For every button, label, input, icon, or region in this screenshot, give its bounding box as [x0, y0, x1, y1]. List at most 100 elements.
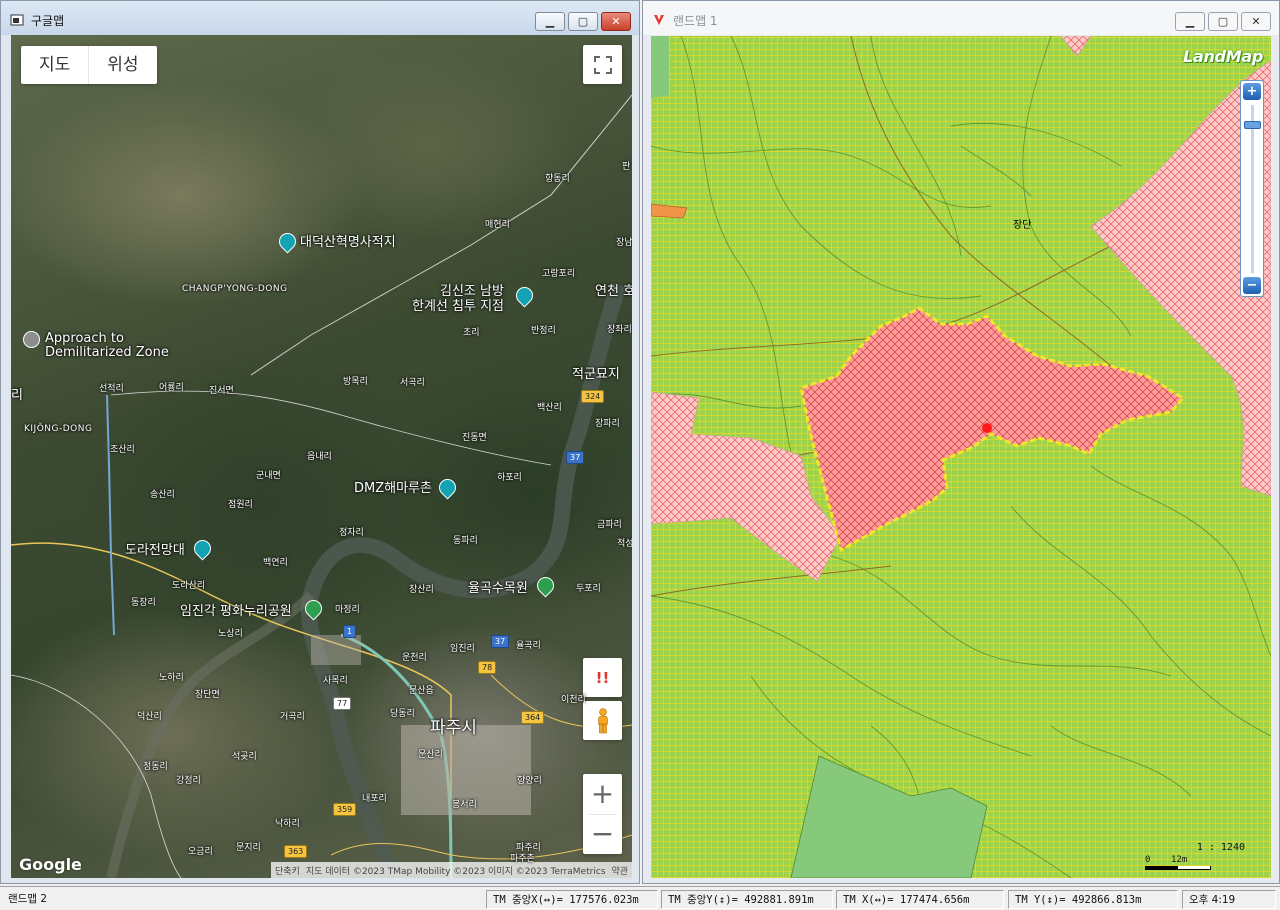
close-icon: ✕ [611, 15, 621, 28]
place-label: 백연리 [263, 558, 288, 568]
shortcuts-link[interactable]: 단축키 [275, 864, 300, 877]
title-bar[interactable]: 구글맵 ▁ ▢ ✕ [1, 1, 639, 35]
route-shield: 324 [581, 390, 605, 403]
place-label: 장파리 [595, 419, 620, 429]
place-label: 도라전망대 [125, 543, 185, 558]
place-label: 장산리 [409, 585, 434, 595]
landmap-logo: LandMap [1183, 47, 1263, 66]
maximize-button[interactable]: ▢ [568, 12, 598, 31]
route-shield: 77 [333, 697, 352, 710]
satellite-map[interactable]: 지도 위성 !! + − Google 단축키 지도 데이터 ©2023 TMa [11, 35, 632, 878]
place-label: 봉서리 [452, 800, 477, 810]
street-view-button[interactable] [583, 701, 622, 740]
tm-x: TM X(↔)= 177474.656m [836, 890, 1004, 909]
place-label: 서곡리 [400, 378, 425, 388]
place-label: 노하리 [159, 673, 184, 683]
cadastral-map[interactable]: 장단 LandMap + − 1 : 1240 0 12m [651, 36, 1271, 878]
place-label: 마정리 [335, 605, 360, 615]
map-attribution: 단축키 지도 데이터 ©2023 TMap Mobility ©2023 이미지… [270, 862, 632, 878]
place-label: 석곶리 [232, 752, 257, 762]
place-label: 율곡수목원 [468, 581, 528, 596]
place-label: 향양리 [517, 776, 542, 786]
place-label: 초리 [463, 328, 480, 338]
map-type-satellite-button[interactable]: 위성 [88, 46, 156, 84]
place-label: 리 [11, 388, 23, 403]
landmap-app-icon [654, 15, 664, 25]
map-type-control: 지도 위성 [21, 46, 157, 84]
place-label: 파주촌 [510, 854, 535, 864]
minimize-icon: ▁ [545, 15, 555, 28]
place-label: 동파리 [453, 536, 478, 546]
place-label: 정동리 [143, 762, 168, 772]
place-label: 내포리 [362, 794, 387, 804]
route-shield: 363 [284, 845, 308, 858]
place-label: 매현리 [485, 220, 510, 230]
place-label: 연천 호 [595, 284, 632, 299]
place-label: 문지리 [236, 843, 261, 853]
zoom-handle[interactable] [1244, 121, 1261, 129]
tm-center-y: TM 중앙Y(↕)= 492881.891m [661, 890, 833, 909]
place-label: 장남 [616, 238, 632, 248]
plus-icon: + [1246, 84, 1258, 99]
place-label: 반정리 [531, 326, 556, 336]
place-label: 덕산리 [137, 712, 162, 722]
status-bar: 랜드맵 2 TM 중앙X(↔)= 177576.023m TM 중앙Y(↕)= … [0, 886, 1280, 910]
place-label: 조산리 [110, 445, 135, 455]
place-label: 판 [622, 162, 631, 172]
zoom-track[interactable] [1251, 105, 1254, 273]
zoom-slider[interactable]: + − [1240, 80, 1264, 297]
google-map-window: 구글맵 ▁ ▢ ✕ 지도 위성 !! + − Google 단축키 지도 데이터… [0, 0, 640, 884]
place-label: 진동면 [462, 433, 487, 443]
maximize-icon: ▢ [577, 15, 589, 28]
zoom-in-button[interactable]: + [1243, 83, 1261, 100]
plus-icon: + [590, 776, 615, 810]
place-label: 임진리 [450, 644, 475, 654]
zoom-in-button[interactable]: + [583, 774, 622, 814]
place-label: Approach to [45, 331, 124, 346]
scale-bar: 1 : 1240 0 12m [1145, 842, 1245, 872]
map-type-map-button[interactable]: 지도 [21, 46, 88, 84]
place-label: 백산리 [537, 403, 562, 413]
route-shield: 78 [478, 661, 497, 674]
place-label: 읍내리 [307, 452, 332, 462]
place-label: 향동리 [545, 174, 570, 184]
close-button[interactable]: ✕ [601, 12, 631, 31]
place-label: 낙하리 [275, 819, 300, 829]
place-label: 장좌리 [607, 325, 632, 335]
place-label: 정자리 [339, 528, 364, 538]
maximize-button[interactable]: ▢ [1208, 12, 1238, 31]
place-label: 점원리 [228, 500, 253, 510]
window-title: 구글맵 [31, 14, 65, 28]
place-label: 사목리 [323, 676, 348, 686]
window-title: 랜드맵 1 [673, 14, 718, 28]
place-label: CHANGP'YONG-DONG [182, 284, 288, 294]
tm-y: TM Y(↕)= 492866.813m [1008, 890, 1178, 909]
fullscreen-icon [593, 55, 612, 74]
tm-center-x: TM 중앙X(↔)= 177576.023m [486, 890, 658, 909]
close-icon: ✕ [1251, 15, 1261, 28]
place-label: 고랑포리 [542, 269, 576, 279]
close-button[interactable]: ✕ [1241, 12, 1271, 31]
minimize-button[interactable]: ▁ [535, 12, 565, 31]
place-label: 도라산리 [172, 581, 206, 591]
warning-icon: !! [595, 668, 610, 687]
place-label: 거곡리 [280, 712, 305, 722]
place-label: KIJŎNG-DONG [24, 424, 93, 434]
zoom-out-button[interactable]: − [583, 814, 622, 854]
terms-link[interactable]: 약관 [611, 864, 628, 877]
city-label: 파주시 [430, 718, 477, 738]
place-label: 적성 [617, 539, 632, 549]
title-bar[interactable]: 랜드맵 1 ▁ ▢ ✕ [643, 1, 1279, 35]
minimize-button[interactable]: ▁ [1175, 12, 1205, 31]
zoom-out-button[interactable]: − [1243, 277, 1261, 294]
warning-button[interactable]: !! [583, 658, 622, 697]
landmark-poi-icon[interactable] [23, 331, 40, 348]
place-label: 운천리 [402, 653, 427, 663]
map-app-icon [10, 14, 24, 26]
fullscreen-button[interactable] [583, 45, 622, 84]
place-label: 오금리 [188, 847, 213, 857]
zoom-control: + − [583, 774, 622, 854]
place-label: Demilitarized Zone [45, 345, 169, 360]
place-label: 임진각 평화누리공원 [180, 604, 292, 619]
place-label: 대덕산혁명사적지 [300, 235, 396, 250]
